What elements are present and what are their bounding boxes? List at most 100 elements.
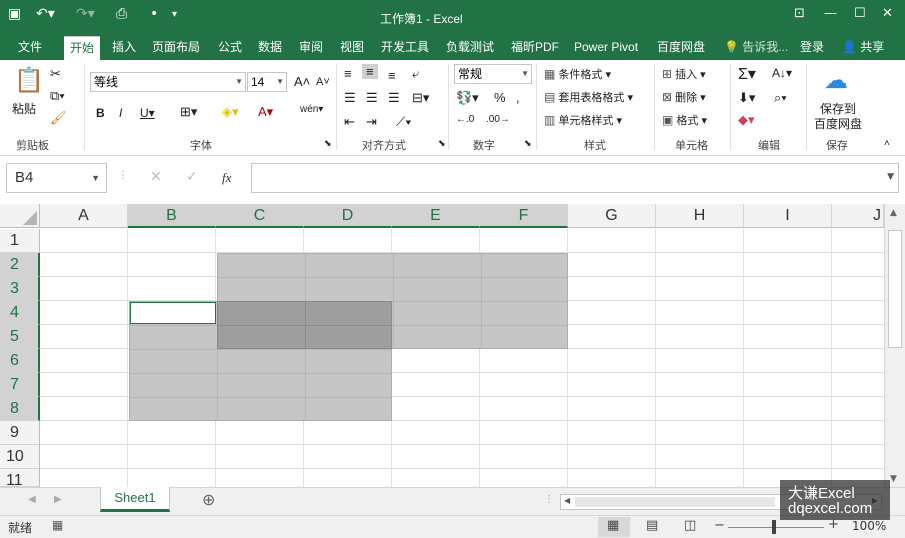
vertical-scrollbar[interactable]: ▲ ▼ (884, 204, 905, 487)
copy-icon[interactable]: ⧉▾ (50, 88, 65, 104)
share-button[interactable]: 👤 共享 (836, 36, 890, 60)
tab-page-layout[interactable]: 页面布局 (146, 36, 206, 60)
delete-cells-button[interactable]: ⊠ 删除 ▾ (662, 89, 706, 105)
tab-load-test[interactable]: 负载测试 (440, 36, 500, 60)
wrap-text-icon[interactable]: ⤶ (412, 66, 419, 82)
row-header-4[interactable]: 4 (0, 301, 40, 325)
minimize-icon[interactable]: — (824, 6, 837, 21)
select-all-corner[interactable] (0, 204, 40, 228)
paste-icon[interactable]: 📋 (14, 66, 44, 95)
macro-record-icon[interactable]: ▦ (52, 518, 63, 532)
align-middle-icon[interactable]: ≡ (362, 64, 378, 79)
align-center-icon[interactable]: ☰ (366, 90, 378, 106)
bold-icon[interactable]: B (96, 106, 105, 120)
tab-file[interactable]: 文件 (12, 36, 48, 60)
row-header-1[interactable]: 1 (0, 229, 40, 253)
cell-styles-button[interactable]: ▥ 单元格样式 ▾ (544, 112, 622, 128)
comma-icon[interactable]: , (516, 90, 520, 105)
decrease-indent-icon[interactable]: ⇤ (344, 114, 355, 130)
zoom-level[interactable]: 100% (852, 519, 886, 533)
tab-splitter-icon[interactable]: ⋮ (544, 494, 554, 505)
phonetic-icon[interactable]: wén▾ (300, 104, 323, 115)
normal-view-button[interactable]: ▦ (598, 517, 630, 537)
column-header-b[interactable]: B (128, 204, 216, 228)
fill-icon[interactable]: ⬇▾ (738, 90, 755, 106)
customize-qat-icon[interactable]: ▾ (172, 9, 177, 20)
percent-icon[interactable]: % (494, 90, 506, 105)
row-header-7[interactable]: 7 (0, 373, 40, 397)
shrink-font-icon[interactable]: A˅ (316, 76, 330, 88)
tab-insert[interactable]: 插入 (106, 36, 142, 60)
column-header-g[interactable]: G (568, 204, 656, 228)
column-header-a[interactable]: A (40, 204, 128, 228)
tab-view[interactable]: 视图 (334, 36, 370, 60)
insert-cells-button[interactable]: ⊞ 插入 ▾ (662, 66, 706, 82)
underline-icon[interactable]: U▾ (140, 106, 155, 120)
row-header-11[interactable]: 11 (0, 469, 40, 487)
tab-developer[interactable]: 开发工具 (375, 36, 435, 60)
column-header-f[interactable]: F (480, 204, 568, 228)
expand-formula-icon[interactable]: ▼ (887, 172, 894, 182)
align-top-icon[interactable]: ≡ (344, 66, 352, 81)
collapse-ribbon-icon[interactable]: ˄ (884, 138, 890, 149)
conditional-format-button[interactable]: ▦ 条件格式 ▾ (544, 66, 611, 82)
row-header-6[interactable]: 6 (0, 349, 40, 373)
page-break-view-icon[interactable]: ◫ (684, 518, 696, 533)
number-format-combo[interactable]: 常规 ▼ (454, 64, 532, 84)
login-link[interactable]: 登录 (794, 36, 830, 60)
ribbon-display-icon[interactable]: ⊡ (794, 6, 805, 21)
save-to-line2[interactable]: 百度网盘 (814, 115, 862, 132)
dialog-launcher-icon[interactable]: ⬊ (324, 138, 332, 149)
autosum-icon[interactable]: Σ▾ (738, 64, 756, 84)
cut-icon[interactable]: ✂ (50, 66, 61, 82)
column-header-e[interactable]: E (392, 204, 480, 228)
font-color-icon[interactable]: A▾ (258, 104, 273, 120)
maximize-icon[interactable]: ☐ (854, 6, 866, 21)
clear-icon[interactable]: ◆▾ (738, 112, 755, 128)
horizontal-scroll-thumb[interactable] (575, 497, 775, 507)
tab-foxit-pdf[interactable]: 福昕PDF (505, 36, 565, 60)
row-header-3[interactable]: 3 (0, 277, 40, 301)
column-header-c[interactable]: C (216, 204, 304, 228)
find-select-icon[interactable]: ⌕▾ (774, 90, 787, 106)
tab-formulas[interactable]: 公式 (212, 36, 248, 60)
formula-input[interactable]: ▼ (251, 163, 899, 193)
font-size-combo[interactable]: 14 ▼ (247, 72, 287, 92)
column-header-h[interactable]: H (656, 204, 744, 228)
fill-color-icon[interactable]: ◈▾ (222, 104, 239, 120)
redo-icon[interactable]: ↷▾ (76, 6, 95, 22)
row-header-5[interactable]: 5 (0, 325, 40, 349)
font-name-combo[interactable]: 等线 ▼ (90, 72, 246, 92)
paste-button[interactable]: 粘贴 (12, 100, 36, 117)
zoom-slider-thumb[interactable] (772, 520, 776, 534)
active-cell-b4[interactable] (130, 302, 216, 324)
merge-center-icon[interactable]: ⊟▾ (412, 90, 429, 106)
vertical-scroll-thumb[interactable] (888, 230, 902, 348)
row-header-9[interactable]: 9 (0, 421, 40, 445)
increase-decimal-icon[interactable]: ←.0 (456, 114, 474, 125)
selection-overlap-c4-d5[interactable] (217, 301, 392, 349)
format-painter-icon[interactable]: 🖌 (50, 110, 67, 126)
scroll-up-icon[interactable]: ▲ (890, 208, 897, 218)
prev-sheet-icon[interactable]: ◀ (28, 494, 36, 505)
increase-indent-icon[interactable]: ⇥ (366, 114, 377, 130)
scroll-down-icon[interactable]: ▼ (890, 474, 897, 484)
borders-icon[interactable]: ⊞▾ (180, 104, 197, 120)
row-header-8[interactable]: 8 (0, 397, 40, 421)
column-header-j[interactable]: J (832, 204, 884, 228)
page-layout-view-icon[interactable]: ▤ (646, 518, 658, 533)
cancel-icon[interactable]: ✕ (150, 169, 162, 185)
dialog-launcher-icon[interactable]: ⬊ (438, 138, 446, 149)
print-preview-icon[interactable]: ⎙ (116, 6, 127, 22)
row-header-2[interactable]: 2 (0, 253, 40, 277)
splitter-icon[interactable]: ⋮ (118, 170, 128, 181)
tab-power-pivot[interactable]: Power Pivot (568, 36, 644, 60)
column-header-i[interactable]: I (744, 204, 832, 228)
zoom-slider[interactable] (728, 527, 824, 528)
grow-font-icon[interactable]: A˄ (294, 74, 310, 89)
orientation-icon[interactable]: ⟋▾ (396, 114, 411, 130)
italic-icon[interactable]: I (119, 106, 122, 120)
zoom-out-icon[interactable]: − (714, 518, 725, 533)
save-icon[interactable]: ▣ (8, 6, 21, 22)
align-bottom-icon[interactable]: ≡ (388, 68, 396, 83)
